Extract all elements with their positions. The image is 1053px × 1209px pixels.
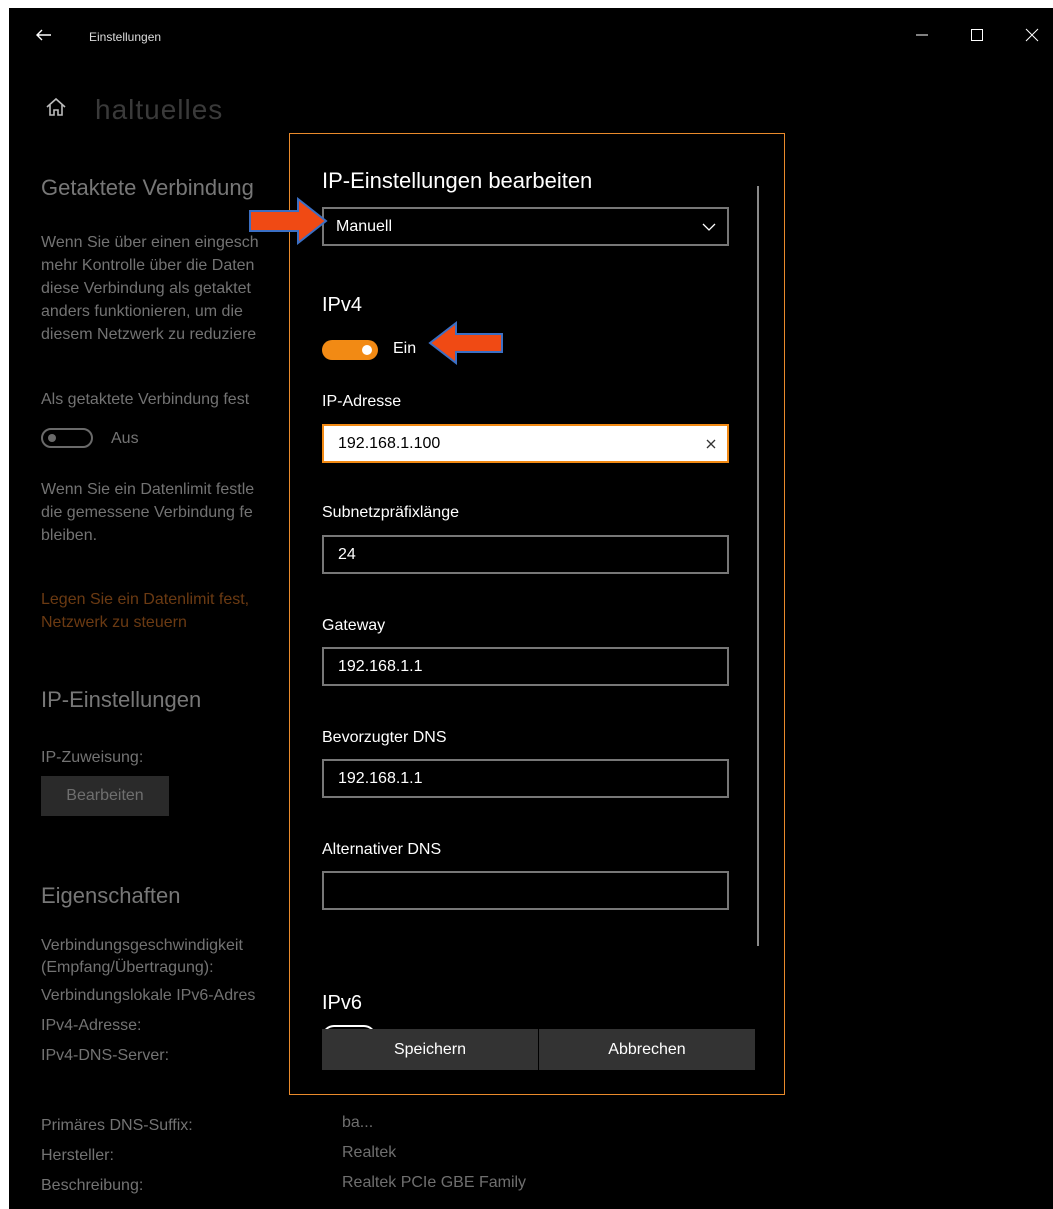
property-label: Verbindungslokale IPv6-Adres [41, 987, 256, 1004]
metered-description-line: Wenn Sie über einen eingesch [41, 234, 259, 251]
data-limit-link[interactable]: Netzwerk zu steuern [41, 611, 187, 634]
metered-section-title: Getaktete Verbindung [41, 175, 254, 200]
metered-toggle-state: Aus [111, 430, 139, 447]
metered-description-line: mehr Kontrolle über die Daten [41, 257, 255, 274]
property-label: Primäres DNS-Suffix: [41, 1117, 193, 1134]
page-title: haltuelles [95, 94, 224, 125]
property-value: Realtek PCIe GBE Family [342, 1174, 527, 1191]
back-arrow-icon[interactable] [31, 22, 57, 48]
dialog-title: IP-Einstellungen bearbeiten [322, 168, 593, 193]
window-title: Einstellungen [89, 30, 162, 44]
ipv6-heading: IPv6 [322, 992, 363, 1014]
cancel-button[interactable]: Abbrechen [539, 1029, 755, 1070]
ipv4-heading: IPv4 [322, 294, 363, 316]
metered-toggle[interactable] [41, 428, 93, 448]
chevron-down-icon [702, 223, 716, 231]
gateway-input[interactable] [322, 647, 729, 686]
property-label: Beschreibung: [41, 1177, 144, 1194]
limit-text-line: bleiben. [41, 527, 98, 544]
settings-window: Einstellungen haltuelles Getaktete Verbi… [9, 8, 1053, 1209]
preferred-dns-label: Bevorzugter DNS [322, 729, 447, 746]
properties-title: Eigenschaften [41, 883, 181, 908]
property-label: Verbindungsgeschwindigkeit [41, 937, 243, 954]
data-limit-link[interactable]: Legen Sie ein Datenlimit fest, [41, 588, 249, 611]
ip-address-label: IP-Adresse [322, 393, 402, 410]
save-button[interactable]: Speichern [322, 1029, 538, 1070]
home-icon[interactable] [43, 94, 69, 120]
ipv4-toggle-label: Ein [393, 340, 417, 357]
maximize-icon[interactable] [962, 22, 992, 48]
property-value: ba... [342, 1114, 374, 1131]
ip-settings-title: IP-Einstellungen [41, 687, 202, 712]
metered-description-line: anders funktionieren, um die [41, 303, 243, 320]
ip-mode-dropdown[interactable]: Manuell [322, 207, 729, 246]
ipv4-toggle[interactable] [322, 340, 378, 360]
annotation-arrow-left-icon [428, 321, 503, 365]
alternate-dns-label: Alternativer DNS [322, 841, 442, 858]
ip-mode-selected: Manuell [336, 217, 393, 235]
edit-ip-button[interactable]: Bearbeiten [41, 776, 169, 816]
set-metered-label: Als getaktete Verbindung fest [41, 391, 250, 408]
edit-ip-settings-dialog: IP-Einstellungen bearbeiten Manuell IPv4… [289, 133, 785, 1095]
property-label: IPv4-Adresse: [41, 1017, 142, 1034]
alternate-dns-input[interactable] [322, 871, 729, 910]
limit-text-line: Wenn Sie ein Datenlimit festle [41, 481, 255, 498]
gateway-label: Gateway [322, 617, 386, 634]
ip-assignment-label: IP-Zuweisung: [41, 749, 144, 766]
annotation-arrow-right-icon [249, 197, 328, 245]
metered-description-line: diese Verbindung als getaktet [41, 280, 251, 297]
metered-description-line: diesem Netzwerk zu reduziere [41, 326, 257, 343]
property-value: Realtek [342, 1144, 397, 1161]
subnet-prefix-input[interactable] [322, 535, 729, 574]
ip-address-input[interactable] [322, 424, 729, 463]
close-icon[interactable] [1017, 22, 1047, 48]
property-label: (Empfang/Übertragung): [41, 959, 214, 976]
limit-text-line: die gemessene Verbindung fe [41, 504, 253, 521]
property-label: Hersteller: [41, 1147, 114, 1164]
clear-input-icon[interactable] [702, 435, 720, 453]
property-label: IPv4-DNS-Server: [41, 1047, 170, 1064]
preferred-dns-input[interactable] [322, 759, 729, 798]
subnet-prefix-label: Subnetzpräfixlänge [322, 504, 459, 521]
dialog-scrollbar[interactable] [757, 186, 759, 946]
minimize-icon[interactable] [907, 22, 937, 48]
